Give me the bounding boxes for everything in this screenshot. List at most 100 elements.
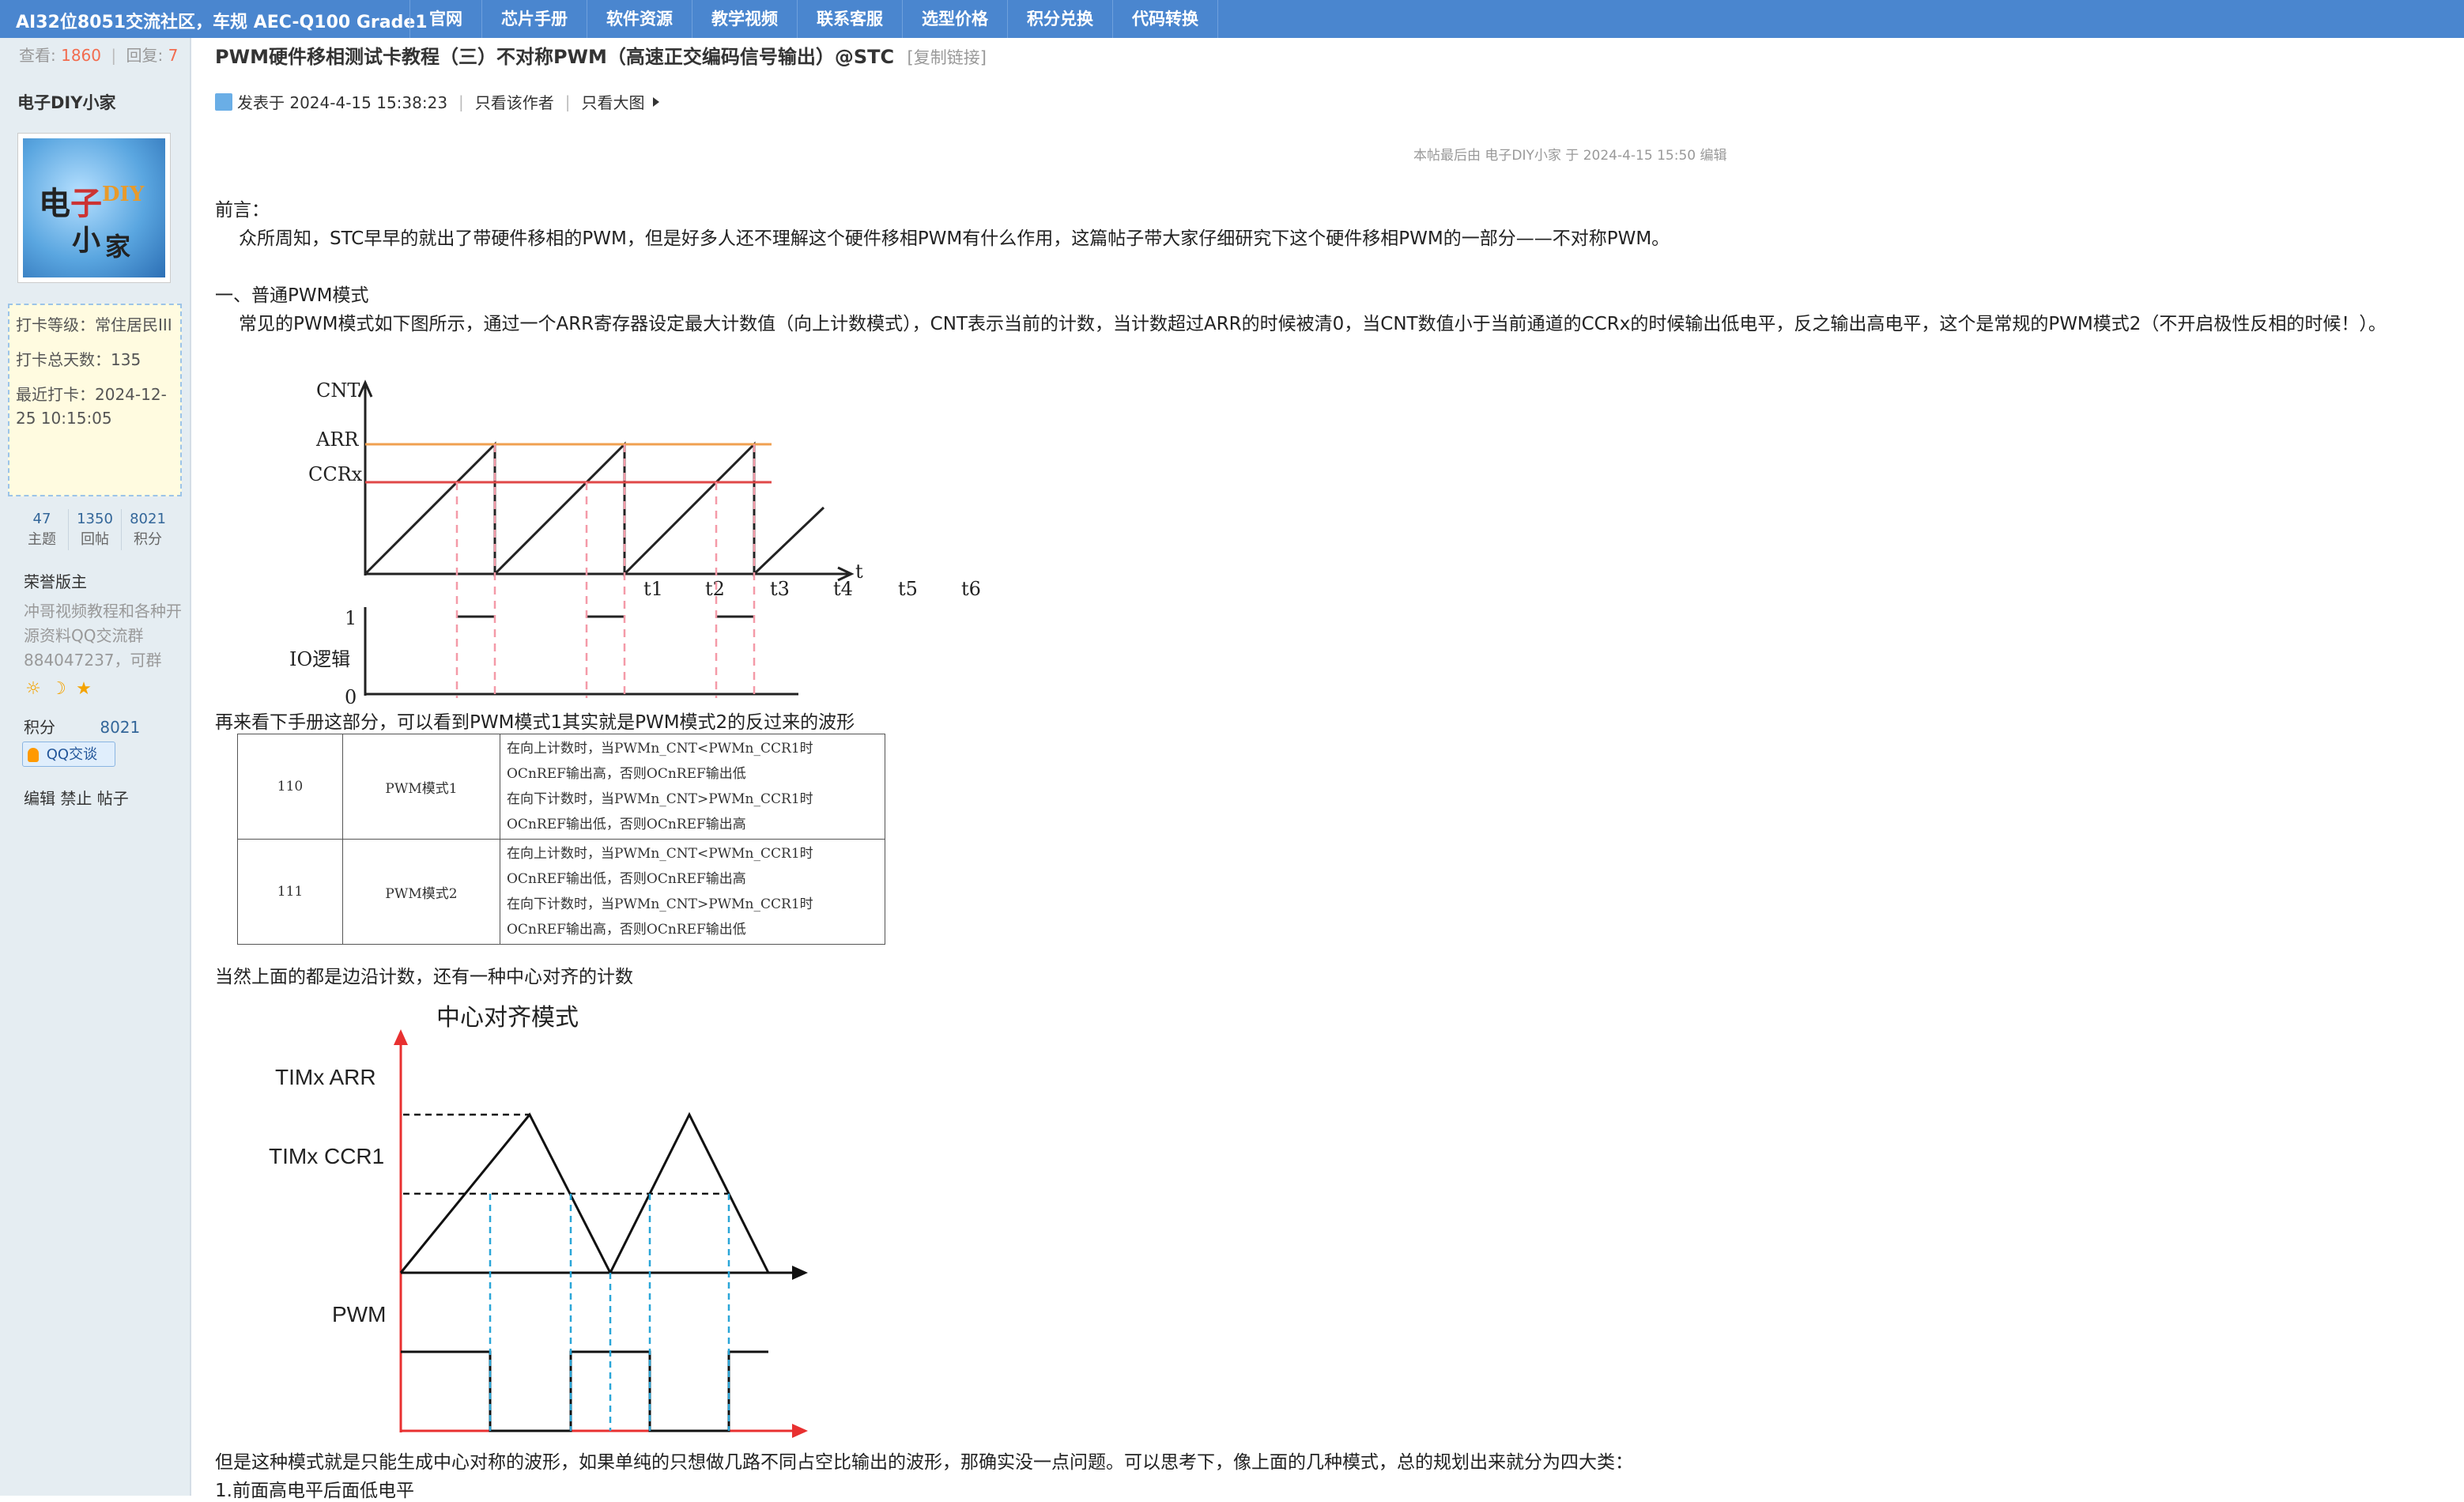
post-title-text: PWM硬件移相测试卡教程（三）不对称PWM（高速正交编码信号输出）@STC xyxy=(215,46,895,68)
nav-videos[interactable]: 教学视频 xyxy=(692,0,797,38)
avatar[interactable]: 电 子 DIY 小 家 xyxy=(17,133,171,283)
mode-line: 在向下计数时，当PWMn_CNT>PWMn_CCR1时 xyxy=(507,896,813,912)
mode-line: OCnREF输出高，否则OCnREF输出低 xyxy=(507,766,746,782)
mode-line: OCnREF输出低，否则OCnREF输出高 xyxy=(507,817,746,832)
paragraph-pwm-mode: 常见的PWM模式如下图所示，通过一个ARR寄存器设定最大计数值（向上计数模式），… xyxy=(239,314,2387,334)
count-label: 回帖 xyxy=(81,531,109,548)
nav-chip-manual[interactable]: 芯片手册 xyxy=(481,0,587,38)
fig2-x-arrow-pwm xyxy=(792,1424,808,1438)
fig1-io-label: IO逻辑 xyxy=(289,648,350,670)
author-name[interactable]: 电子DIY小家 xyxy=(17,90,115,114)
section-heading: 一、普通PWM模式 xyxy=(215,285,369,306)
sun-icon: ☼ xyxy=(25,679,41,699)
count-label: 主题 xyxy=(28,531,56,548)
count-value: 8021 xyxy=(130,511,166,527)
replies-label: 回复: xyxy=(126,46,164,65)
fig2-pwm-wave xyxy=(401,1350,768,1432)
fig2-ccr-label: TIMx CCR1 xyxy=(269,1144,384,1168)
fig1-tick-label: t6 xyxy=(961,578,981,600)
mode-name: PWM模式2 xyxy=(342,839,500,945)
fig1-t-label: t xyxy=(855,560,863,583)
fig1-tick-label: t2 xyxy=(705,578,725,600)
mode-code: 110 xyxy=(237,734,343,840)
fig1-tick-label: t3 xyxy=(770,578,790,600)
mode-description: 在向上计数时，当PWMn_CNT<PWMn_CCR1时 OCnREF输出低，否则… xyxy=(500,839,885,945)
checkin-panel: 打卡等级：常住居民III 打卡总天数：135 最近打卡：2024-12-25 1… xyxy=(8,304,182,496)
paragraph-summary: 但是这种模式就是只能生成中心对称的波形，如果单纯的只想做几路不同占空比输出的波形… xyxy=(215,1452,1633,1473)
mode-line: 在向上计数时，当PWMn_CNT<PWMn_CCR1时 xyxy=(507,741,813,757)
views-label: 查看: xyxy=(19,46,56,65)
paragraph-preface: 前言： xyxy=(215,200,270,221)
fig2-arr-label: TIMx ARR xyxy=(275,1065,376,1089)
paragraph-center-aligned: 当然上面的都是边沿计数，还有一种中心对齐的计数 xyxy=(215,967,633,987)
avatar-image: 电 子 DIY 小 家 xyxy=(23,138,165,277)
count-label: 积分 xyxy=(134,531,162,548)
pwm-edge-figure: CNT ARR CCRx t t1 t2 t3 t4 t5 t6 1 IO逻辑 … xyxy=(289,379,981,708)
paragraph-intro: 众所周知，STC早早的就出了带硬件移相的PWM，但是好多人还不理解这个硬件移相P… xyxy=(239,228,1670,249)
stats-divider: | xyxy=(111,46,117,65)
center-aligned-figure: 中心对齐模式 TIMx ARR TIMx CCR1 PWM xyxy=(269,1005,808,1438)
user-online-icon xyxy=(215,92,232,111)
site-title[interactable]: AI32位8051交流社区，车规 AEC-Q100 Grade1 xyxy=(16,8,428,33)
fig2-x-arrow xyxy=(792,1266,808,1280)
fig1-arr-label: ARR xyxy=(315,428,359,451)
qq-chat-button[interactable]: QQ交谈 xyxy=(22,742,115,767)
only-big-image-link[interactable]: 只看大图 xyxy=(582,90,645,113)
avatar-char: 家 xyxy=(105,232,131,262)
nav-points-exchange[interactable]: 积分兑换 xyxy=(1007,0,1112,38)
fig1-ccrx-label: CCRx xyxy=(308,463,363,485)
views-count: 1860 xyxy=(61,46,102,65)
fig1-cnt-label: CNT xyxy=(316,379,360,402)
caret-right-icon[interactable] xyxy=(652,96,659,107)
fig2-title: 中心对齐模式 xyxy=(436,1005,579,1031)
mode-line: 在向下计数时，当PWMn_CNT>PWMn_CCR1时 xyxy=(507,791,813,807)
edit-note: 本帖最后由 电子DIY小家 于 2024-4-15 15:50 编辑 xyxy=(1413,148,1727,164)
fig1-tick-label: t4 xyxy=(833,578,853,600)
nav-pricing[interactable]: 选型价格 xyxy=(902,0,1007,38)
moon-icon: ☽ xyxy=(51,679,66,699)
signature: 冲哥视频教程和各种开源资料QQ交流群884047237，可群 xyxy=(24,602,182,670)
points-value: 8021 xyxy=(100,718,141,737)
count-value: 1350 xyxy=(77,511,113,527)
author-sidebar: 查看: 1860 | 回复: 7 电子DIY小家 电 子 DIY 小 家 打卡等… xyxy=(0,38,191,1496)
points-label: 积分 xyxy=(24,718,55,737)
avatar-char: DIY xyxy=(102,183,145,206)
mode-name: PWM模式1 xyxy=(342,734,500,840)
fig1-tick-label: t5 xyxy=(898,578,918,600)
nav-software[interactable]: 软件资源 xyxy=(587,0,692,38)
paragraph-manual: 再来看下手册这部分，可以看到PWM模式1其实就是PWM模式2的反过来的波形 xyxy=(215,712,855,733)
count-points[interactable]: 8021 积分 xyxy=(121,509,174,550)
checkin-recent: 最近打卡：2024-12-25 10:15:05 xyxy=(16,385,167,428)
thread-stats: 查看: 1860 | 回复: 7 xyxy=(19,43,178,66)
avatar-char: 电 xyxy=(39,185,70,222)
mode-line: 在向上计数时，当PWMn_CNT<PWMn_CCR1时 xyxy=(507,846,813,862)
nav-code-convert[interactable]: 代码转换 xyxy=(1112,0,1218,38)
fig1-level-one: 1 xyxy=(345,607,357,629)
fig2-pwm-label: PWM xyxy=(332,1302,386,1327)
count-threads[interactable]: 47 主题 xyxy=(16,509,68,550)
fig2-y-arrow xyxy=(394,1029,408,1045)
checkin-level: 打卡等级：常住居民III xyxy=(16,315,172,334)
meta-divider: | xyxy=(458,92,464,111)
author-counts: 47 主题 1350 回帖 8021 积分 xyxy=(16,509,174,550)
copy-link[interactable]: [复制链接] xyxy=(907,48,987,67)
star-icon: ★ xyxy=(76,679,92,699)
mode-description: 在向上计数时，当PWMn_CNT<PWMn_CCR1时 OCnREF输出高，否则… xyxy=(500,734,885,840)
count-posts[interactable]: 1350 回帖 xyxy=(68,509,121,550)
only-author-link[interactable]: 只看该作者 xyxy=(475,90,554,113)
manual-mode-table: 110 PWM模式1 在向上计数时，当PWMn_CNT<PWMn_CCR1时 O… xyxy=(237,734,885,945)
post-title: PWM硬件移相测试卡教程（三）不对称PWM（高速正交编码信号输出）@STC [复… xyxy=(215,41,987,69)
paragraph-list-item-1: 1.前面高电平后面低电平 xyxy=(215,1481,414,1501)
replies-count: 7 xyxy=(168,46,179,65)
admin-links[interactable]: 编辑 禁止 帖子 xyxy=(24,786,129,809)
qq-penguin-icon xyxy=(28,748,39,762)
points-row: 积分 8021 xyxy=(24,715,140,738)
meta-divider: | xyxy=(564,92,571,111)
nav-official-site[interactable]: 官网 xyxy=(409,0,481,38)
medals: ☼ ☽ ★ xyxy=(24,680,93,699)
user-group[interactable]: 荣誉版主 xyxy=(24,569,87,592)
table-row: 111 PWM模式2 在向上计数时，当PWMn_CNT<PWMn_CCR1时 O… xyxy=(237,839,885,945)
nav-support[interactable]: 联系客服 xyxy=(797,0,902,38)
avatar-char: 小 xyxy=(72,224,101,257)
count-value: 47 xyxy=(32,511,51,527)
